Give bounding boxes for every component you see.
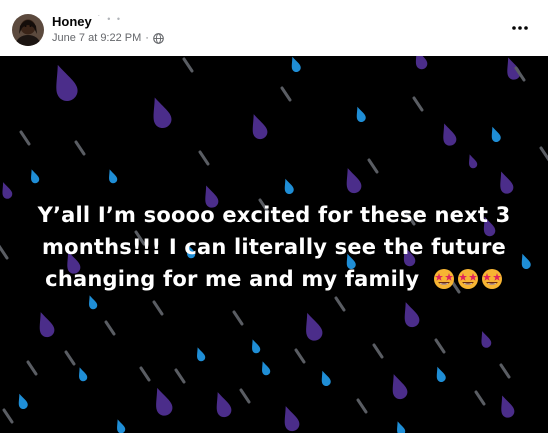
rain-streak bbox=[182, 57, 194, 73]
rain-streak bbox=[280, 86, 292, 102]
rain-drop-purple bbox=[477, 329, 493, 350]
author-name-suffix: ˙ • • bbox=[97, 14, 123, 24]
rain-drop-blue bbox=[75, 366, 89, 383]
rain-streak bbox=[104, 320, 116, 336]
rain-streak bbox=[412, 96, 424, 112]
more-options-button[interactable] bbox=[506, 14, 534, 42]
profile-photo-icon bbox=[12, 14, 44, 46]
rain-streak bbox=[434, 338, 446, 354]
rain-streak bbox=[0, 244, 9, 260]
rain-streak bbox=[239, 388, 251, 404]
post-timestamp[interactable]: June 7 at 9:22 PM bbox=[52, 32, 141, 44]
rain-drop-purple bbox=[411, 56, 429, 71]
status-background[interactable]: Y’all I’m soooo excited for these next 3… bbox=[0, 56, 548, 433]
rain-drop-purple bbox=[340, 165, 364, 196]
rain-drop-blue bbox=[488, 125, 502, 144]
rain-drop-blue bbox=[193, 346, 207, 363]
rain-drop-purple bbox=[465, 153, 479, 170]
rain-streak bbox=[198, 150, 210, 166]
rain-streak bbox=[294, 348, 306, 364]
rain-drop-blue bbox=[281, 177, 295, 196]
rain-drop-blue bbox=[318, 369, 332, 388]
rain-drop-purple bbox=[398, 299, 422, 330]
rain-drop-purple bbox=[299, 310, 325, 343]
rain-drop-purple bbox=[210, 389, 234, 420]
more-horizontal-icon bbox=[512, 26, 528, 30]
rain-drop-purple bbox=[146, 94, 174, 131]
rain-drop-purple bbox=[386, 371, 410, 402]
star-struck-icon bbox=[433, 267, 455, 289]
rain-streak bbox=[367, 158, 379, 174]
rain-drop-purple bbox=[33, 309, 57, 340]
rain-streak bbox=[26, 360, 38, 376]
post-meta: June 7 at 9:22 PM · bbox=[52, 32, 164, 44]
rain-streak bbox=[2, 408, 14, 424]
rain-drop-purple bbox=[0, 180, 14, 201]
rain-drop-blue bbox=[433, 365, 447, 384]
status-text-block: Y’all I’m soooo excited for these next 3… bbox=[20, 199, 528, 295]
rain-drop-purple bbox=[502, 56, 523, 82]
rain-drop-purple bbox=[495, 169, 516, 196]
rain-drop-purple bbox=[278, 403, 302, 433]
rain-streak bbox=[356, 398, 368, 414]
rain-streak bbox=[174, 368, 186, 384]
rain-drop-blue bbox=[248, 338, 262, 355]
rain-streak bbox=[474, 390, 486, 406]
rain-streak bbox=[64, 350, 76, 366]
rain-streak bbox=[139, 366, 151, 382]
rain-streak bbox=[372, 343, 384, 359]
rain-drop-purple bbox=[149, 385, 175, 418]
rain-drop-purple bbox=[246, 111, 270, 142]
rain-streak bbox=[152, 300, 164, 316]
rain-drop-blue bbox=[353, 105, 367, 124]
rain-streak bbox=[334, 296, 346, 312]
author-name[interactable]: Honey ˙ • • bbox=[52, 14, 122, 29]
rain-drop-blue bbox=[393, 420, 407, 433]
meta-separator: · bbox=[145, 32, 149, 44]
rain-drop-purple bbox=[438, 121, 459, 148]
author-name-text: Honey bbox=[52, 14, 92, 29]
rain-streak bbox=[19, 130, 31, 146]
rain-drop-blue bbox=[258, 360, 272, 377]
post-header: Honey ˙ • • June 7 at 9:22 PM · bbox=[0, 0, 548, 56]
emoji-group bbox=[431, 267, 503, 289]
rain-streak bbox=[499, 363, 511, 379]
rain-drop-blue bbox=[113, 418, 127, 433]
rain-drop-blue bbox=[288, 56, 302, 74]
rain-drop-purple bbox=[496, 393, 517, 420]
star-struck-icon bbox=[457, 267, 479, 289]
rain-drop-blue bbox=[27, 168, 41, 185]
avatar[interactable] bbox=[12, 14, 44, 46]
rain-streak bbox=[232, 310, 244, 326]
rain-drop-blue bbox=[105, 168, 119, 185]
rain-streak bbox=[539, 146, 548, 162]
rain-drop-blue bbox=[85, 294, 99, 311]
post-card: Honey ˙ • • June 7 at 9:22 PM · Y’all I’… bbox=[0, 0, 548, 433]
star-struck-icon bbox=[481, 267, 503, 289]
rain-streak bbox=[74, 140, 86, 156]
rain-drop-blue bbox=[15, 392, 29, 411]
rain-drop-purple bbox=[48, 61, 81, 104]
globe-icon[interactable] bbox=[153, 32, 164, 44]
